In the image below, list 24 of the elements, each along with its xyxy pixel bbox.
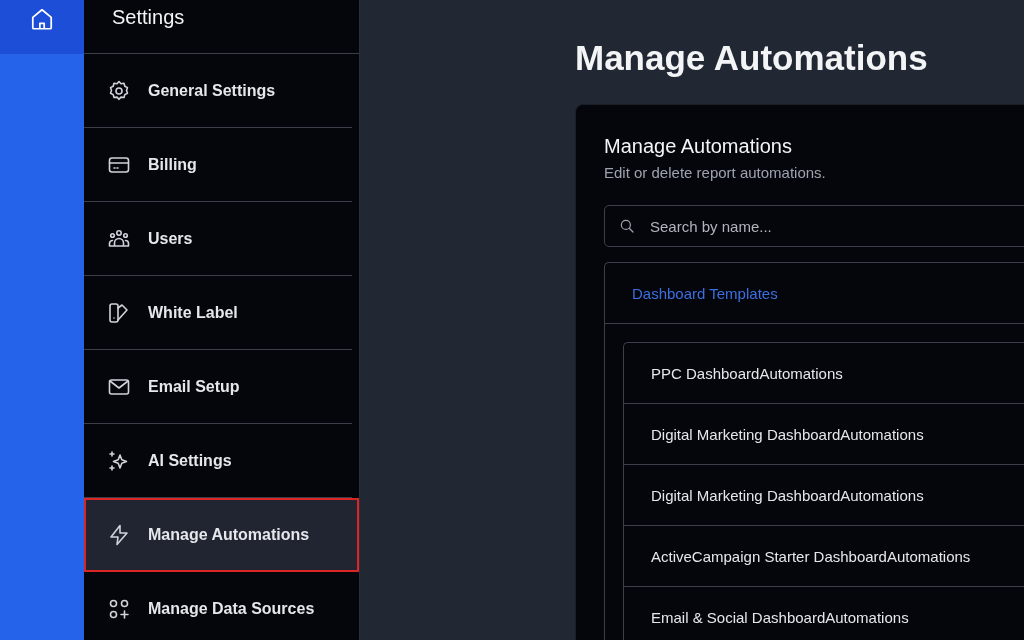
page-title: Manage Automations <box>575 38 929 78</box>
automation-row[interactable]: Digital Marketing DashboardAutomations <box>624 404 1024 465</box>
sidebar-item[interactable]: Email Setup <box>84 350 352 424</box>
automation-row[interactable]: PPC DashboardAutomations <box>624 343 1024 404</box>
card-title: Manage Automations <box>604 135 793 158</box>
home-button[interactable] <box>0 0 84 54</box>
lightning-icon <box>107 522 131 547</box>
palette-icon <box>107 300 131 325</box>
sidebar-item[interactable]: Manage Automations <box>84 498 359 572</box>
card-subtitle: Edit or delete report automations. <box>604 164 827 181</box>
automation-row[interactable]: ActiveCampaign Starter DashboardAutomations <box>624 526 1024 587</box>
gear-icon <box>107 78 131 103</box>
sidebar-item[interactable]: Users <box>84 202 352 276</box>
sidebar-item[interactable]: Billing <box>84 128 352 202</box>
accordion-header[interactable]: Dashboard Templates <box>605 263 1024 324</box>
automation-row[interactable]: Digital Marketing DashboardAutomations <box>624 465 1024 526</box>
automation-row[interactable]: Email & Social DashboardAutomations <box>624 587 1024 640</box>
search-icon <box>618 217 636 235</box>
sidebar-item[interactable]: Manage Data Sources <box>84 572 352 640</box>
home-icon <box>29 6 55 32</box>
search-field[interactable]: Search by name... <box>604 205 1024 247</box>
sidebar-item[interactable]: White Label <box>84 276 352 350</box>
sidebar-title: Settings <box>84 0 359 54</box>
sidebar-item[interactable]: General Settings <box>84 54 352 128</box>
